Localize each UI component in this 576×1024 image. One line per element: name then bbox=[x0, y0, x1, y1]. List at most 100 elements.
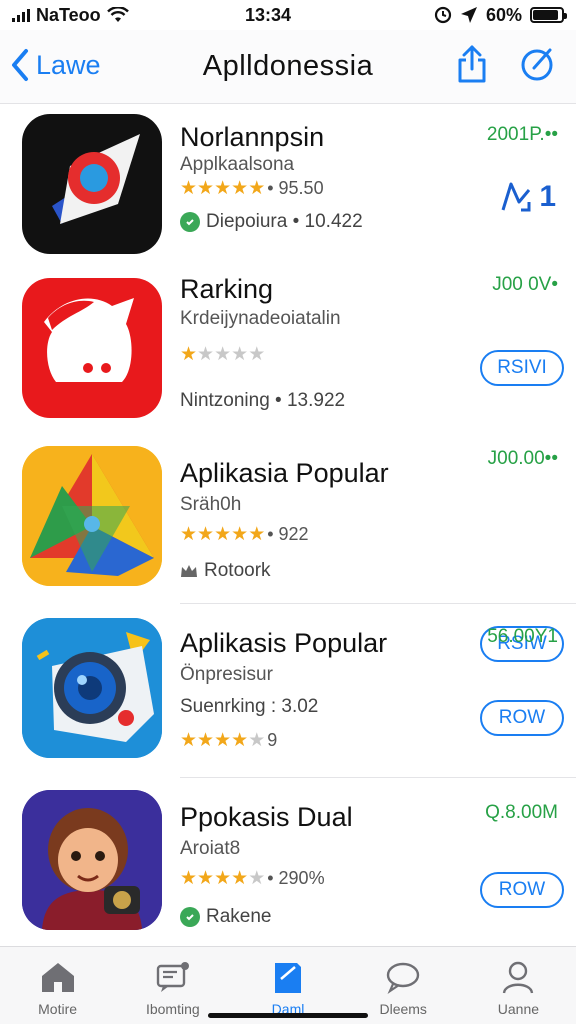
star-full-icon: ★ bbox=[180, 178, 198, 199]
app-price: J00.00•• bbox=[487, 448, 558, 469]
app-subtitle: Applkaalsona bbox=[180, 154, 295, 175]
star-empty-icon: ★ bbox=[231, 344, 249, 365]
wifi-icon bbox=[106, 7, 129, 22]
star-rating: ★★★★★ bbox=[180, 178, 265, 199]
star-rating: ★★★★★ bbox=[180, 868, 265, 889]
carrier-name: NaTeoo bbox=[36, 4, 101, 25]
app-price: Q.8.00M bbox=[485, 802, 558, 823]
nav-actions bbox=[454, 44, 556, 84]
app-meta: Diepoiura • 10.422 bbox=[180, 211, 363, 233]
check-badge-icon bbox=[180, 212, 200, 232]
star-full-icon: ★ bbox=[231, 524, 249, 545]
tab-label: Motire bbox=[38, 1001, 78, 1017]
app-rating: ★★★★★ • 290% bbox=[180, 868, 325, 889]
rating-count: • 290% bbox=[267, 868, 325, 888]
app-meta: Nintzoning • 13.922 bbox=[180, 390, 345, 412]
app-icon-avatar[interactable] bbox=[22, 790, 162, 930]
star-rating: ★★★★★ bbox=[180, 344, 265, 365]
tab-label: Dleems bbox=[379, 1001, 427, 1017]
meta-text: Rotoork bbox=[204, 560, 271, 581]
star-full-icon: ★ bbox=[248, 178, 266, 199]
person-icon bbox=[498, 957, 538, 997]
star-rating: ★★★★★ bbox=[180, 730, 265, 751]
rank-number: 1 bbox=[539, 180, 556, 213]
app-rating: ★★★★★ • 922 bbox=[180, 524, 309, 545]
star-full-icon: ★ bbox=[180, 344, 198, 365]
battery-icon bbox=[530, 7, 567, 23]
app-name: Aplikasia Popular bbox=[180, 458, 389, 488]
star-full-icon: ★ bbox=[180, 524, 198, 545]
list-item[interactable]: Rarking Krdeijynadeoiatalin ★★★★★ Nintzo… bbox=[0, 262, 576, 432]
app-rating: ★★★★★ • 95.50 bbox=[180, 178, 324, 199]
app-name: Aplikasis Popular bbox=[180, 628, 388, 658]
star-full-icon: ★ bbox=[231, 730, 249, 751]
home-icon bbox=[38, 957, 78, 997]
tab-label: Ibomting bbox=[145, 1001, 200, 1017]
signal-icon bbox=[12, 8, 30, 22]
star-full-icon: ★ bbox=[231, 868, 249, 889]
list-item[interactable]: Norlannpsin Applkaalsona ★★★★★ • 95.50 D… bbox=[0, 104, 576, 262]
status-right: 60% bbox=[364, 4, 567, 26]
star-full-icon: ★ bbox=[248, 524, 266, 545]
get-button[interactable]: ROW bbox=[480, 872, 564, 908]
star-full-icon: ★ bbox=[197, 178, 215, 199]
rating-count: • 922 bbox=[267, 524, 309, 544]
meta-text: Diepoiura • 10.422 bbox=[206, 211, 363, 232]
check-badge-icon bbox=[180, 907, 200, 927]
app-icon-rocket[interactable] bbox=[22, 114, 162, 254]
app-meta: Rakene bbox=[180, 906, 272, 928]
status-time: 13:34 bbox=[244, 4, 292, 25]
share-icon[interactable] bbox=[454, 44, 490, 84]
meta-text: Suenrking : 3.02 bbox=[180, 696, 319, 717]
get-button[interactable]: RSIVI bbox=[480, 350, 564, 386]
location-arrow-icon bbox=[460, 7, 477, 23]
meta-text: Rakene bbox=[206, 906, 272, 927]
star-full-icon: ★ bbox=[197, 730, 215, 751]
star-empty-icon: ★ bbox=[248, 344, 266, 365]
battery-fill bbox=[533, 10, 559, 20]
app-meta: Suenrking : 3.02 bbox=[180, 696, 318, 718]
app-icon-fox[interactable] bbox=[22, 278, 162, 418]
status-bar: NaTeoo 13:34 60% bbox=[0, 0, 576, 30]
tab-bar: Motire Ibomting Daml Dleems Uanne bbox=[0, 946, 576, 1024]
bookmark-icon bbox=[268, 957, 308, 997]
app-name: Norlannpsin bbox=[180, 122, 325, 152]
list-item[interactable]: Ppokasis Dual Aroiat8 ★★★★★ • 290% Raken… bbox=[0, 778, 576, 946]
app-icon-camera[interactable] bbox=[22, 618, 162, 758]
app-list: Norlannpsin Applkaalsona ★★★★★ • 95.50 D… bbox=[0, 104, 576, 946]
star-full-icon: ★ bbox=[197, 868, 215, 889]
star-full-icon: ★ bbox=[214, 868, 232, 889]
rating-count: • 95.50 bbox=[267, 178, 324, 198]
app-subtitle: Aroiat8 bbox=[180, 838, 241, 859]
app-rating: ★★★★★ 9 bbox=[180, 730, 277, 751]
list-item[interactable]: Aplikasis Popular Önpresisur Suenrking :… bbox=[0, 604, 576, 778]
app-price: J00 0V• bbox=[492, 274, 558, 295]
list-item[interactable]: Aplikasia Popular Sräh0h ★★★★★ • 922 Rot… bbox=[0, 432, 576, 662]
star-empty-icon: ★ bbox=[214, 344, 232, 365]
chat-bubble-icon bbox=[153, 957, 193, 997]
star-empty-icon: ★ bbox=[197, 344, 215, 365]
navigation-bar: Lawe Aplldonessia bbox=[0, 30, 576, 104]
rating-count: 9 bbox=[267, 730, 278, 750]
app-meta: Rotoork bbox=[180, 560, 271, 582]
alarm-icon bbox=[434, 6, 452, 24]
star-full-icon: ★ bbox=[180, 730, 198, 751]
star-full-icon: ★ bbox=[214, 730, 232, 751]
tab-profile[interactable]: Uanne bbox=[461, 947, 576, 1024]
rank-arrow-icon bbox=[501, 182, 531, 212]
tab-home[interactable]: Motire bbox=[0, 947, 115, 1024]
app-name: Rarking bbox=[180, 274, 274, 304]
star-full-icon: ★ bbox=[231, 178, 249, 199]
compose-icon[interactable] bbox=[520, 44, 556, 84]
get-button[interactable]: ROW bbox=[480, 700, 564, 736]
app-icon-prism[interactable] bbox=[22, 446, 162, 586]
star-full-icon: ★ bbox=[197, 524, 215, 545]
battery-percent: 60% bbox=[485, 4, 522, 25]
star-rating: ★★★★★ bbox=[180, 524, 265, 545]
app-name: Ppokasis Dual bbox=[180, 802, 353, 832]
star-empty-icon: ★ bbox=[248, 868, 266, 889]
rank-indicator[interactable]: 1 bbox=[499, 180, 556, 214]
app-rating: ★★★★★ bbox=[180, 344, 265, 365]
app-subtitle: Önpresisur bbox=[180, 664, 273, 685]
star-full-icon: ★ bbox=[180, 868, 198, 889]
